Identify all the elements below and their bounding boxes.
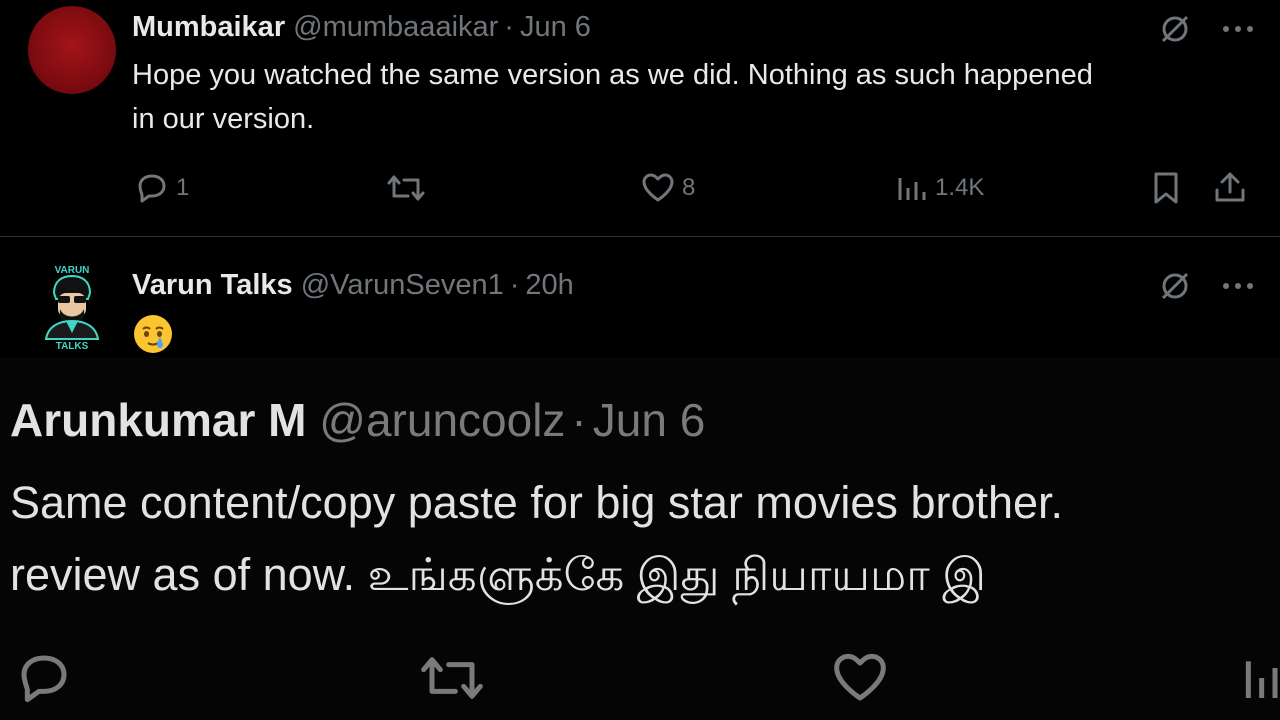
tweet-header: Mumbaikar @mumbaaaikar · Jun 6 — [132, 11, 591, 44]
author-name[interactable]: Varun Talks — [132, 269, 293, 301]
timestamp[interactable]: 20h — [525, 269, 573, 301]
retweet-button[interactable] — [386, 170, 426, 206]
author-name[interactable]: Mumbaikar — [132, 11, 285, 43]
reply-button[interactable]: 1 — [134, 170, 189, 206]
author-name[interactable]: Arunkumar M — [10, 394, 306, 446]
views-button[interactable] — [1240, 648, 1280, 708]
tweet-text: Hope you watched the same version as we … — [132, 53, 1093, 141]
like-button[interactable]: 8 — [640, 170, 695, 206]
bookmark-icon — [1154, 172, 1178, 204]
retweet-icon — [421, 657, 483, 699]
views-button[interactable]: 1.4K — [895, 170, 984, 206]
tweet-varun-talks[interactable]: Varun Talks @VarunSeven1 · 20h — [0, 237, 1280, 357]
grok-slash-icon[interactable] — [1158, 12, 1192, 46]
reply-icon — [138, 174, 166, 203]
tweet-text-line: in our version. — [132, 103, 315, 135]
retweet-button[interactable] — [418, 648, 486, 708]
grok-slash-icon[interactable] — [1158, 269, 1192, 303]
reply-count: 1 — [176, 174, 190, 201]
avatar-bottom-text: TALKS — [56, 341, 89, 351]
avatar-top-text: VARUN — [55, 265, 90, 276]
separator: · — [509, 269, 520, 301]
avatar[interactable] — [28, 6, 116, 94]
author-handle[interactable]: @mumbaaaikar — [293, 11, 498, 43]
tweet-header: Varun Talks @VarunSeven1 · 20h — [132, 269, 574, 302]
author-handle[interactable]: @aruncoolz — [319, 394, 565, 446]
share-button[interactable] — [1212, 170, 1248, 206]
separator: · — [571, 394, 587, 446]
tweet-text-line: Hope you watched the same version as we … — [132, 59, 1093, 91]
views-icon — [898, 178, 926, 200]
timestamp[interactable]: Jun 6 — [520, 11, 591, 43]
more-icon[interactable] — [1222, 24, 1254, 34]
retweet-icon — [387, 175, 425, 201]
like-icon — [642, 173, 674, 202]
share-icon — [1215, 172, 1245, 202]
tweet-corner-actions — [1158, 269, 1254, 303]
view-count: 1.4K — [935, 174, 985, 201]
separator: · — [504, 11, 514, 43]
views-icon — [1245, 661, 1278, 698]
avatar[interactable]: VARUN TALKS — [40, 263, 104, 352]
face-holding-back-tears-emoji — [132, 313, 174, 360]
reply-icon — [21, 655, 67, 703]
tweet-actions: 1 8 1.4K — [0, 168, 1280, 212]
like-button[interactable] — [830, 648, 890, 708]
embedded-tweet-header: Arunkumar M @aruncoolz · Jun 6 — [10, 393, 705, 447]
tweet-corner-actions — [1158, 12, 1254, 46]
tweet-text-line: Same content/copy paste for big star mov… — [10, 477, 1064, 528]
timestamp[interactable]: Jun 6 — [593, 394, 706, 446]
bookmark-button[interactable] — [1150, 170, 1182, 206]
embedded-tweet-text: Same content/copy paste for big star mov… — [10, 467, 1063, 611]
embedded-tweet-actions — [0, 648, 1280, 712]
tweet-mumbaikar[interactable]: Mumbaikar @mumbaaaikar · Jun 6 Hope you wa… — [0, 0, 1280, 237]
reply-button[interactable] — [14, 648, 74, 708]
more-icon[interactable] — [1222, 281, 1254, 291]
like-count: 8 — [682, 174, 696, 201]
author-handle[interactable]: @VarunSeven1 — [301, 269, 504, 301]
tweet-text-line: review as of now. உங்களுக்கே இது நியாயமா… — [10, 549, 987, 600]
like-icon — [834, 653, 886, 701]
